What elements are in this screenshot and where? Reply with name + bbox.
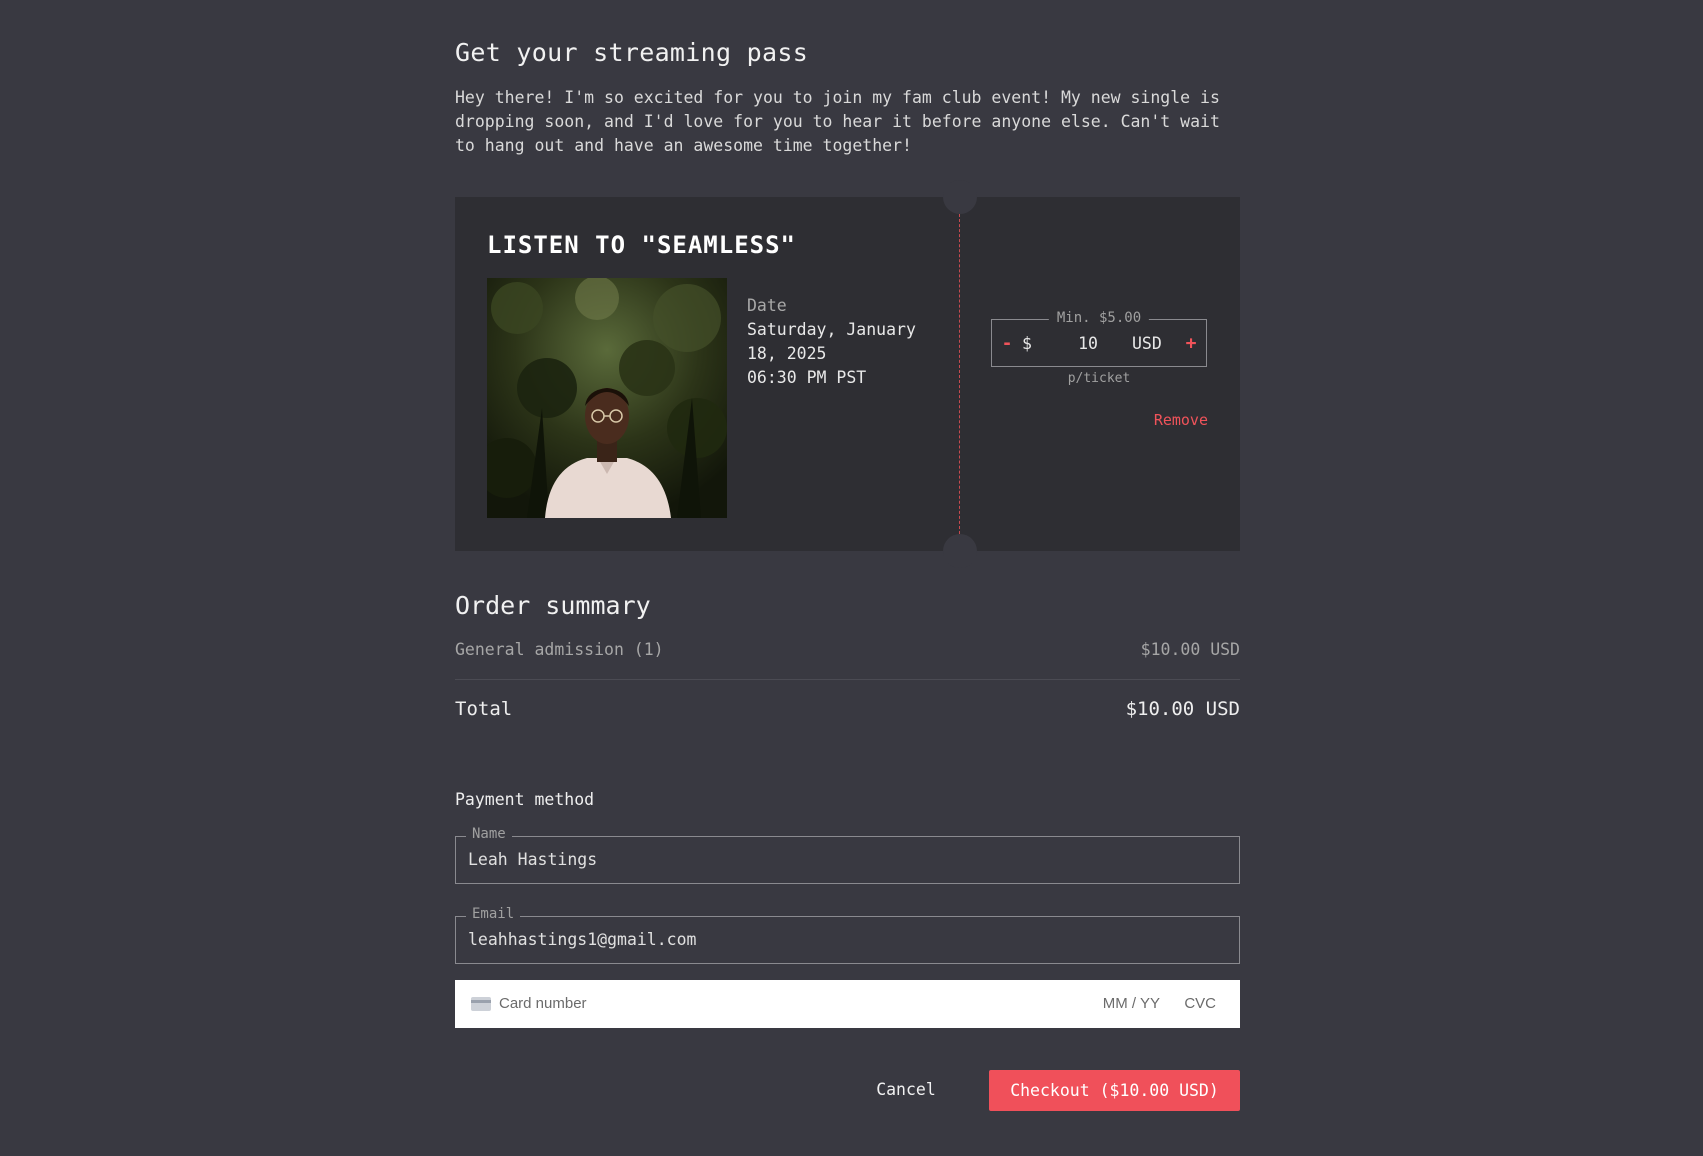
checkout-button[interactable]: Checkout ($10.00 USD): [989, 1070, 1240, 1111]
card-cvc-input[interactable]: CVC: [1184, 980, 1216, 1028]
card-input[interactable]: Card number MM / YY CVC: [455, 980, 1240, 1028]
time-value: 06:30 PM PST: [747, 368, 867, 387]
cancel-button[interactable]: Cancel: [861, 1070, 951, 1110]
email-input[interactable]: leahhastings1@gmail.com: [468, 917, 1227, 963]
total-label: Total: [455, 698, 513, 720]
price-amount-input[interactable]: 10: [1044, 334, 1132, 353]
card-expiry-input[interactable]: MM / YY: [1103, 980, 1160, 1028]
line-item-label: General admission (1): [455, 640, 664, 659]
portrait-photo-graphic: [487, 278, 727, 518]
decrement-button[interactable]: -: [992, 333, 1022, 354]
ticket-perforation: [959, 214, 960, 534]
increment-button[interactable]: +: [1176, 333, 1206, 354]
date-label: Date: [747, 296, 787, 315]
name-input[interactable]: Leah Hastings: [468, 837, 1227, 883]
event-date-block: Date Saturday, January 18, 2025 06:30 PM…: [747, 294, 947, 390]
ticket-card: LISTEN TO "SEAMLESS" Date Saturday, Janu…: [455, 180, 1240, 568]
per-ticket-label: p/ticket: [1067, 371, 1131, 386]
ticket-notch-top: [943, 180, 977, 214]
intro-text: Hey there! I'm so excited for you to joi…: [455, 88, 1220, 155]
email-field[interactable]: Email leahhastings1@gmail.com: [455, 906, 1240, 964]
currency-code: USD: [1132, 333, 1162, 353]
summary-total: Total $10.00 USD: [455, 698, 1240, 720]
credit-card-icon: [471, 997, 491, 1011]
remove-ticket-link[interactable]: Remove: [1154, 411, 1208, 429]
artist-photo: [487, 278, 727, 518]
currency-symbol: $: [1022, 333, 1032, 353]
name-field[interactable]: Name Leah Hastings: [455, 826, 1240, 884]
ticket-title: LISTEN TO "SEAMLESS": [487, 231, 796, 259]
price-stepper: Min. $5.00 - $ 10 USD +: [991, 310, 1207, 367]
summary-line-item: General admission (1) $10.00 USD: [455, 640, 1240, 659]
order-summary-title: Order summary: [455, 591, 651, 620]
page-title: Get your streaming pass: [455, 38, 809, 67]
date-value: Saturday, January 18, 2025: [747, 320, 916, 363]
line-item-value: $10.00 USD: [1140, 640, 1240, 659]
total-value: $10.00 USD: [1125, 698, 1240, 720]
card-number-input[interactable]: Card number: [499, 980, 587, 1028]
summary-divider: [455, 679, 1240, 680]
payment-method-title: Payment method: [455, 790, 595, 809]
ticket-notch-bottom: [943, 534, 977, 568]
